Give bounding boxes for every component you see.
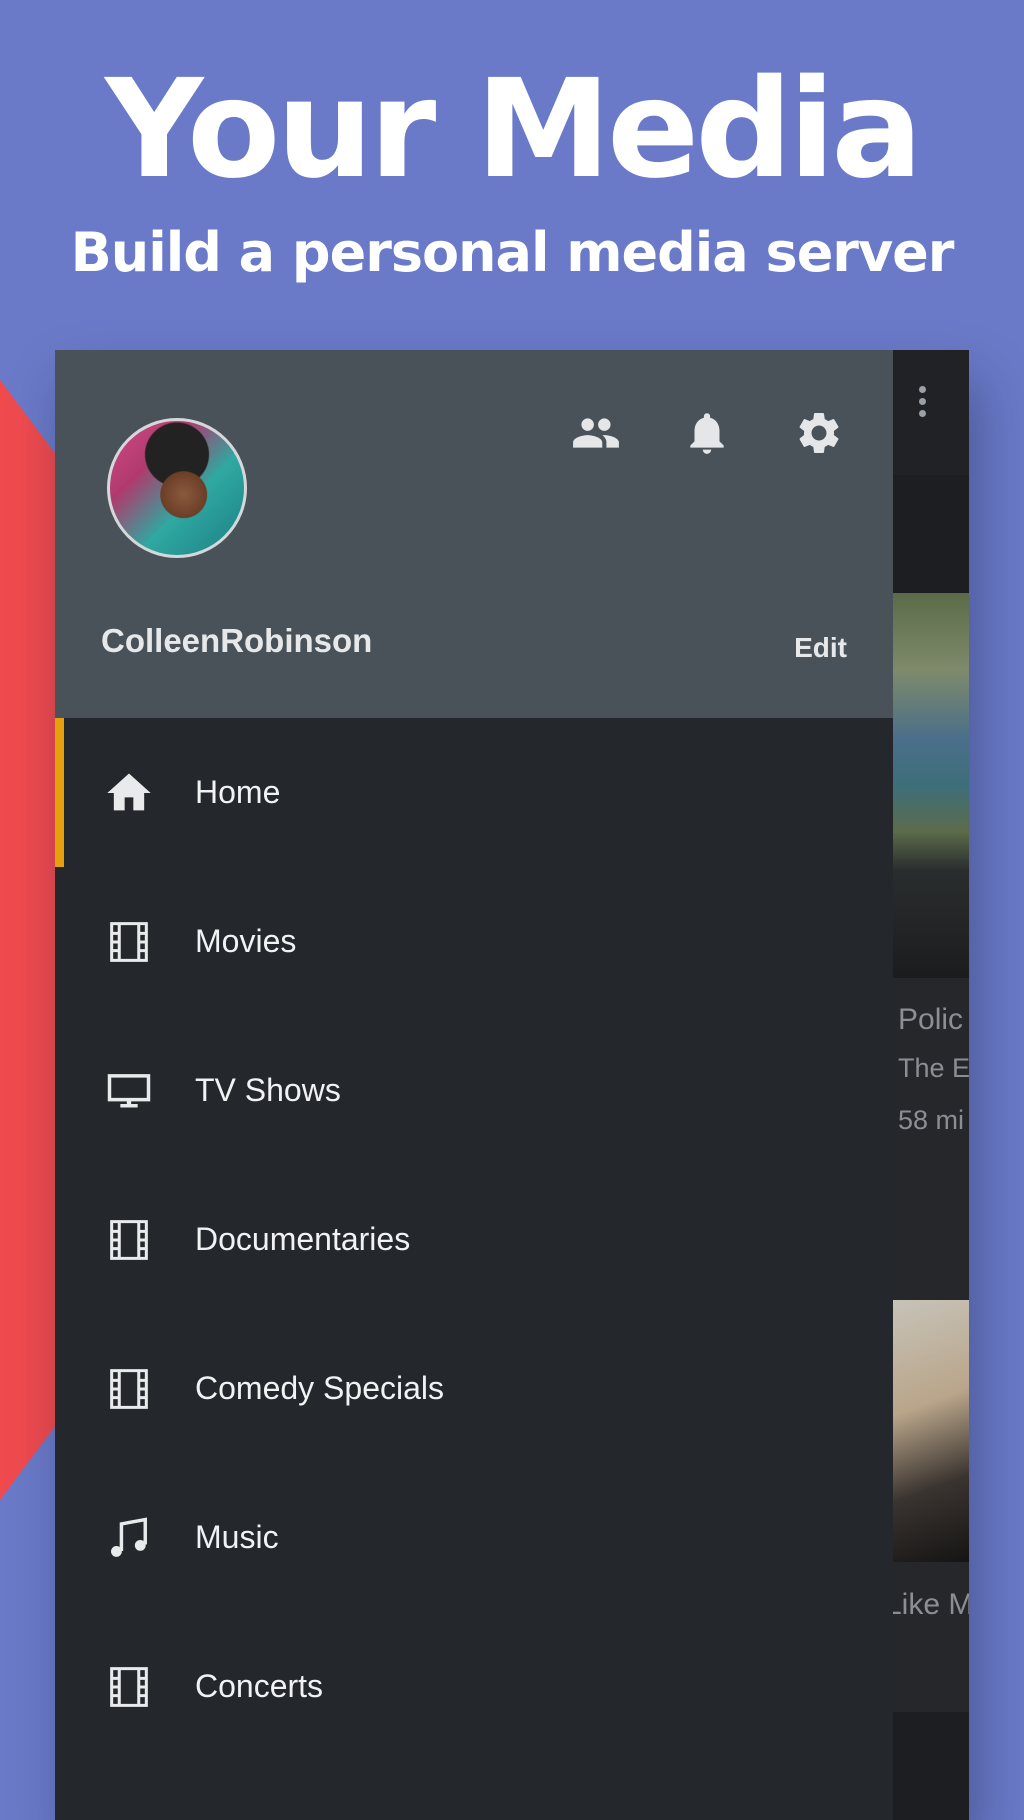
- music-note-icon: [103, 1512, 155, 1564]
- film-icon: [103, 916, 155, 968]
- menu-item-label: Music: [195, 1519, 279, 1555]
- more-options-icon[interactable]: [912, 386, 932, 436]
- users-icon[interactable]: [571, 408, 621, 458]
- menu-item-label: Home: [195, 774, 281, 810]
- menu-item-concerts[interactable]: Concerts: [55, 1612, 893, 1761]
- background-card: [893, 1562, 969, 1712]
- menu-item-tv-shows[interactable]: TV Shows: [55, 1016, 893, 1165]
- gear-icon[interactable]: [794, 408, 844, 458]
- menu-item-label: Concerts: [195, 1668, 324, 1704]
- menu-item-home[interactable]: Home: [55, 718, 893, 867]
- background-item-subtitle: The E: [898, 1053, 969, 1083]
- phone-screen: Polic The E 58 mi Like M ColleenRobinson…: [55, 350, 969, 1820]
- menu-item-documentaries[interactable]: Documentaries: [55, 1165, 893, 1314]
- drawer-header: ColleenRobinson Edit: [55, 350, 893, 718]
- film-icon: [103, 1363, 155, 1415]
- background-thumbnail[interactable]: [893, 1300, 969, 1562]
- background-item-title: Polic: [898, 1003, 964, 1036]
- background-item-duration: 58 mi: [898, 1105, 965, 1135]
- film-icon: [103, 1661, 155, 1713]
- bell-icon[interactable]: [682, 408, 732, 458]
- decorative-red-shape: [0, 380, 60, 1500]
- menu-item-comedy-specials[interactable]: Comedy Specials: [55, 1314, 893, 1463]
- menu-item-label: TV Shows: [195, 1072, 341, 1108]
- username: ColleenRobinson: [101, 622, 373, 659]
- menu-item-label: Movies: [195, 923, 297, 959]
- menu-item-music[interactable]: Music: [55, 1463, 893, 1612]
- home-icon: [103, 767, 155, 819]
- menu-item-movies[interactable]: Movies: [55, 867, 893, 1016]
- avatar[interactable]: [107, 418, 247, 558]
- background-thumbnail[interactable]: [893, 593, 969, 978]
- navigation-drawer: ColleenRobinson Edit Home Movies TV Show…: [55, 350, 893, 1820]
- tv-icon: [103, 1065, 155, 1117]
- menu-item-label: Comedy Specials: [195, 1370, 444, 1406]
- promo-subline: Build a personal media server: [70, 221, 955, 284]
- menu-item-label: Documentaries: [195, 1221, 411, 1257]
- background-item-title: Like M: [885, 1588, 969, 1621]
- edit-profile-button[interactable]: Edit: [794, 632, 847, 664]
- film-icon: [103, 1214, 155, 1266]
- drawer-menu: Home Movies TV Shows Documentaries Comed…: [55, 718, 893, 1761]
- promo-headline: Your Media: [105, 51, 923, 209]
